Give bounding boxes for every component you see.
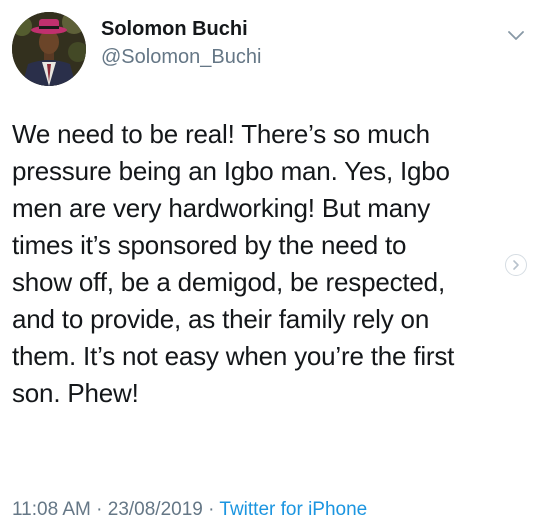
tweet-source-link[interactable]: Twitter for iPhone [219, 499, 367, 520]
author-handle[interactable]: @Solomon_Buchi [101, 46, 261, 69]
tweet-text: We need to be real! There’s so much pres… [12, 116, 512, 412]
tweet-text-line: men are very hardworking! But many [12, 193, 431, 223]
next-button[interactable] [505, 254, 527, 276]
avatar-image [12, 12, 86, 86]
tweet-text-line: them. It’s not easy when you’re the firs… [12, 341, 455, 371]
tweet-text-line: times it’s sponsored by the need to [12, 230, 407, 260]
avatar[interactable] [12, 12, 86, 86]
tweet-text-line: pressure being an Igbo man. Yes, Igbo [12, 156, 450, 186]
chevron-down-icon[interactable] [506, 28, 526, 42]
meta-separator: · [208, 499, 215, 520]
tweet-text-line: son. Phew! [12, 378, 139, 408]
tweet-text-line: show off, be a demigod, be respected, [12, 267, 445, 297]
tweet-meta: 11:08 AM · 23/08/2019 · Twitter for iPho… [12, 499, 367, 521]
tweet-text-line: We need to be real! There’s so much [12, 119, 430, 149]
chevron-right-icon [513, 260, 519, 270]
author-display-name[interactable]: Solomon Buchi [101, 18, 248, 41]
tweet-date[interactable]: 23/08/2019 [108, 499, 203, 520]
tweet-text-line: and to provide, as their family rely on [12, 304, 430, 334]
tweet-time[interactable]: 11:08 AM [12, 499, 91, 520]
tweet-card: Solomon Buchi @Solomon_Buchi We need to … [0, 0, 538, 532]
meta-separator: · [96, 499, 103, 520]
